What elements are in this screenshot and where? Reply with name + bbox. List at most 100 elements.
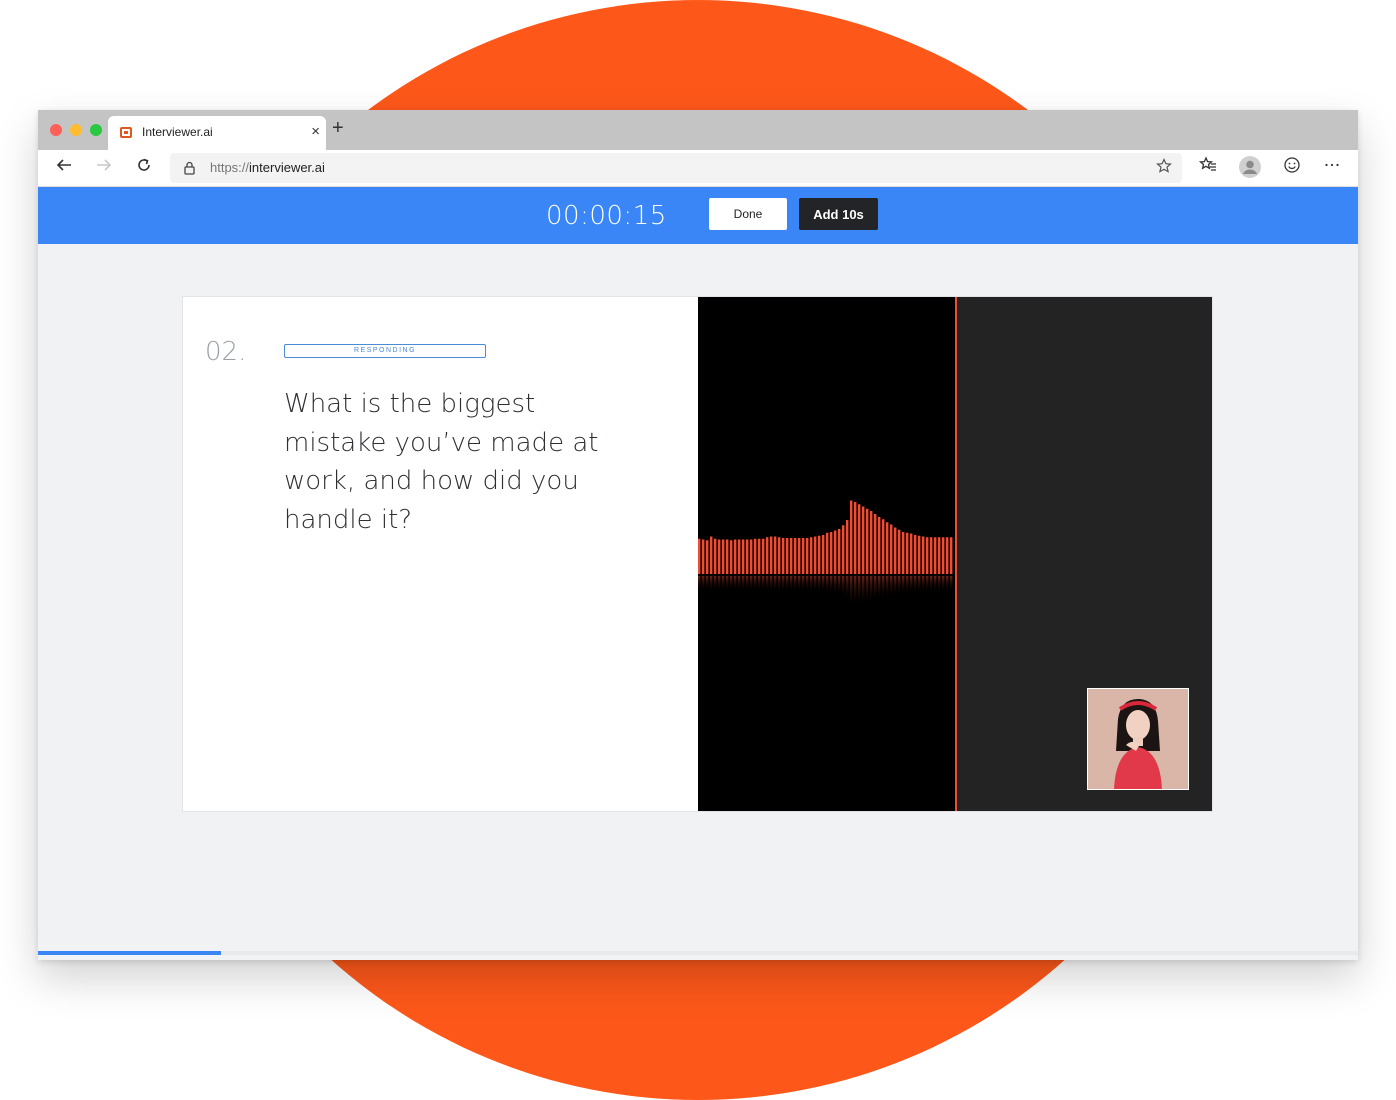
waveform-reflection: [738, 576, 741, 592]
waveform-reflection: [858, 576, 861, 608]
lock-icon: [184, 161, 195, 175]
waveform-bar: [886, 522, 889, 574]
waveform-reflection: [794, 576, 797, 593]
question-card: 02. RESPONDING What is the biggest mista…: [182, 296, 1213, 812]
waveform-reflection: [818, 576, 821, 594]
favorites-icon[interactable]: [1196, 156, 1220, 180]
add-10s-button[interactable]: Add 10s: [799, 198, 878, 230]
back-icon[interactable]: [52, 156, 76, 180]
waveform-bar: [846, 520, 849, 574]
video-pane: [698, 297, 1212, 811]
waveform-svg: [698, 500, 953, 610]
waveform-bar: [850, 500, 853, 574]
audio-visualizer: [698, 297, 957, 811]
tab-strip: Interviewer.ai × +: [38, 110, 1358, 150]
waveform-reflection: [722, 576, 725, 592]
waveform-reflection: [822, 576, 825, 594]
waveform-bar: [742, 539, 745, 574]
waveform-bar: [726, 539, 729, 574]
smiley-feedback-icon[interactable]: [1280, 156, 1304, 180]
waveform-bar: [926, 537, 929, 574]
waveform-reflection: [834, 576, 837, 596]
favicon-icon: [120, 127, 132, 138]
waveform-bar: [774, 536, 777, 574]
browser-tab[interactable]: Interviewer.ai ×: [108, 116, 326, 150]
close-window-button[interactable]: [50, 124, 62, 136]
reload-icon[interactable]: [132, 156, 156, 180]
waveform-reflection: [850, 576, 853, 610]
waveform-bar: [946, 537, 949, 574]
waveform-reflection: [706, 576, 709, 592]
waveform-bar: [766, 537, 769, 574]
waveform-reflection: [798, 576, 801, 593]
waveform-reflection: [714, 576, 717, 592]
waveform-bar: [862, 506, 865, 574]
waveform-reflection: [882, 576, 885, 601]
waveform-bar: [762, 538, 765, 574]
waveform-reflection: [894, 576, 897, 597]
waveform-reflection: [854, 576, 857, 609]
waveform-reflection: [910, 576, 913, 595]
waveform-bar: [922, 536, 925, 574]
waveform-reflection: [938, 576, 941, 593]
recording-progress: [38, 951, 1358, 955]
waveform-bar: [758, 538, 761, 574]
waveform-bar: [866, 508, 869, 574]
minimize-window-button[interactable]: [70, 124, 82, 136]
waveform-reflection: [842, 576, 845, 598]
waveform-reflection: [802, 576, 805, 593]
waveform-reflection: [862, 576, 865, 607]
waveform-reflection: [758, 576, 761, 592]
waveform-reflection: [766, 576, 769, 593]
waveform-bar: [790, 538, 793, 574]
maximize-window-button[interactable]: [90, 124, 102, 136]
waveform-reflection: [730, 576, 733, 592]
url-text[interactable]: https://interviewer.ai: [210, 160, 325, 175]
browser-window: Interviewer.ai × + https://interviewer.a…: [38, 110, 1358, 960]
question-number: 02.: [205, 337, 247, 367]
new-tab-button[interactable]: +: [332, 118, 344, 138]
waveform-bar: [754, 538, 757, 574]
waveform-bar: [722, 539, 725, 574]
waveform-bar: [706, 540, 709, 574]
tab-close-icon[interactable]: ×: [311, 123, 320, 140]
waveform-bar: [858, 504, 861, 574]
waveform-bar: [918, 535, 921, 574]
waveform-bar: [854, 502, 857, 574]
waveform-bar: [718, 539, 721, 574]
waveform-reflection: [934, 576, 937, 593]
waveform-bar: [814, 536, 817, 574]
waveform-bar: [870, 511, 873, 574]
waveform-reflection: [950, 576, 953, 593]
waveform-reflection: [710, 576, 713, 593]
question-text: What is the biggest mistake you’ve made …: [284, 389, 599, 535]
profile-avatar-icon[interactable]: [1238, 156, 1262, 180]
waveform-reflection: [754, 576, 757, 592]
forward-icon[interactable]: [92, 156, 116, 180]
waveform-reflection: [762, 576, 765, 592]
waveform-reflection: [946, 576, 949, 593]
tab-title: Interviewer.ai: [142, 125, 213, 139]
waveform-reflection: [898, 576, 901, 596]
waveform-bar: [878, 517, 881, 574]
waveform-reflection: [866, 576, 869, 606]
waveform-bar: [714, 538, 717, 574]
waveform-bar: [738, 539, 741, 574]
waveform-reflection: [810, 576, 813, 593]
waveform-reflection: [846, 576, 849, 601]
waveform-bar: [834, 530, 837, 574]
more-menu-icon[interactable]: [1320, 156, 1344, 180]
done-button[interactable]: Done: [709, 198, 787, 230]
waveform-reflection: [770, 576, 773, 593]
waveform-reflection: [702, 576, 705, 592]
waveform-bar: [798, 538, 801, 574]
navigation-bar: https://interviewer.ai: [38, 150, 1358, 187]
waveform-reflection: [734, 576, 737, 592]
waveform-reflection: [886, 576, 889, 600]
timer: 00:00:15: [546, 201, 667, 231]
address-bar[interactable]: https://interviewer.ai: [170, 153, 1182, 183]
bookmark-star-icon[interactable]: [1156, 158, 1172, 179]
waveform-reflection: [874, 576, 877, 603]
waveform-bar: [894, 527, 897, 574]
recording-progress-fill: [38, 951, 222, 955]
